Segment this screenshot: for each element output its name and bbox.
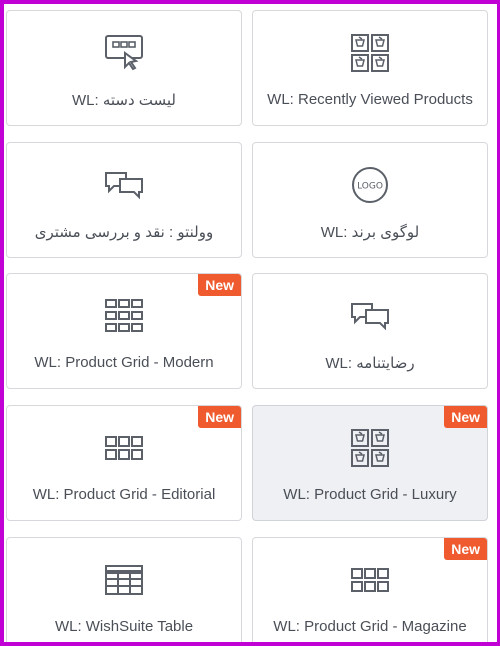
product-grid-basket-icon: [348, 428, 392, 468]
widget-card-product-grid-magazine[interactable]: WL: Product Grid - Magazine New: [252, 537, 488, 642]
widget-label: وولنتو : نقد و بررسی مشتری: [34, 224, 214, 241]
widget-label: WL: Product Grid - Modern: [34, 354, 214, 371]
new-badge: New: [444, 538, 487, 560]
grid-six-icon: [348, 560, 392, 600]
table-icon: [102, 560, 146, 600]
widget-label: WL: لیست دسته: [71, 92, 177, 109]
brand-logo-icon: LOGO: [348, 165, 392, 205]
new-badge: New: [198, 406, 241, 428]
widget-card-wishsuite-table[interactable]: WL: WishSuite Table: [6, 537, 242, 642]
svg-text:LOGO: LOGO: [357, 182, 383, 192]
widget-card-customer-review[interactable]: وولنتو : نقد و بررسی مشتری: [6, 142, 242, 258]
widget-label: WL: Product Grid - Magazine: [273, 618, 467, 635]
widget-card-product-grid-modern[interactable]: WL: Product Grid - Modern New: [6, 273, 242, 389]
widget-label: WL: WishSuite Table: [54, 618, 194, 635]
new-badge: New: [444, 406, 487, 428]
category-list-icon: [102, 33, 146, 73]
chat-bubbles-icon: [102, 165, 146, 205]
widget-label: WL: لوگوی برند: [320, 224, 420, 241]
widget-card-testimonial[interactable]: WL: رضایتنامه: [252, 273, 488, 389]
widget-card-product-grid-luxury[interactable]: WL: Product Grid - Luxury New: [252, 405, 488, 521]
grid-six-icon: [102, 296, 146, 336]
widget-card-brand-logo[interactable]: LOGO WL: لوگوی برند: [252, 142, 488, 258]
widget-label: WL: رضایتنامه: [325, 355, 415, 372]
widget-card-category-list[interactable]: WL: لیست دسته: [6, 10, 242, 126]
widget-label: WL: Product Grid - Luxury: [283, 486, 457, 503]
widgets-panel: WL: لیست دسته WL: Recently Viewed Produc…: [4, 4, 497, 642]
widget-label: WL: Product Grid - Editorial: [32, 486, 216, 503]
recently-viewed-products-icon: [348, 33, 392, 73]
widget-label: WL: Recently Viewed Products: [267, 91, 473, 108]
new-badge: New: [198, 274, 241, 296]
widget-card-product-grid-editorial[interactable]: WL: Product Grid - Editorial New: [6, 405, 242, 521]
widget-card-recently-viewed[interactable]: WL: Recently Viewed Products: [252, 10, 488, 126]
chat-bubbles-icon: [348, 296, 392, 336]
grid-six-icon: [102, 428, 146, 468]
